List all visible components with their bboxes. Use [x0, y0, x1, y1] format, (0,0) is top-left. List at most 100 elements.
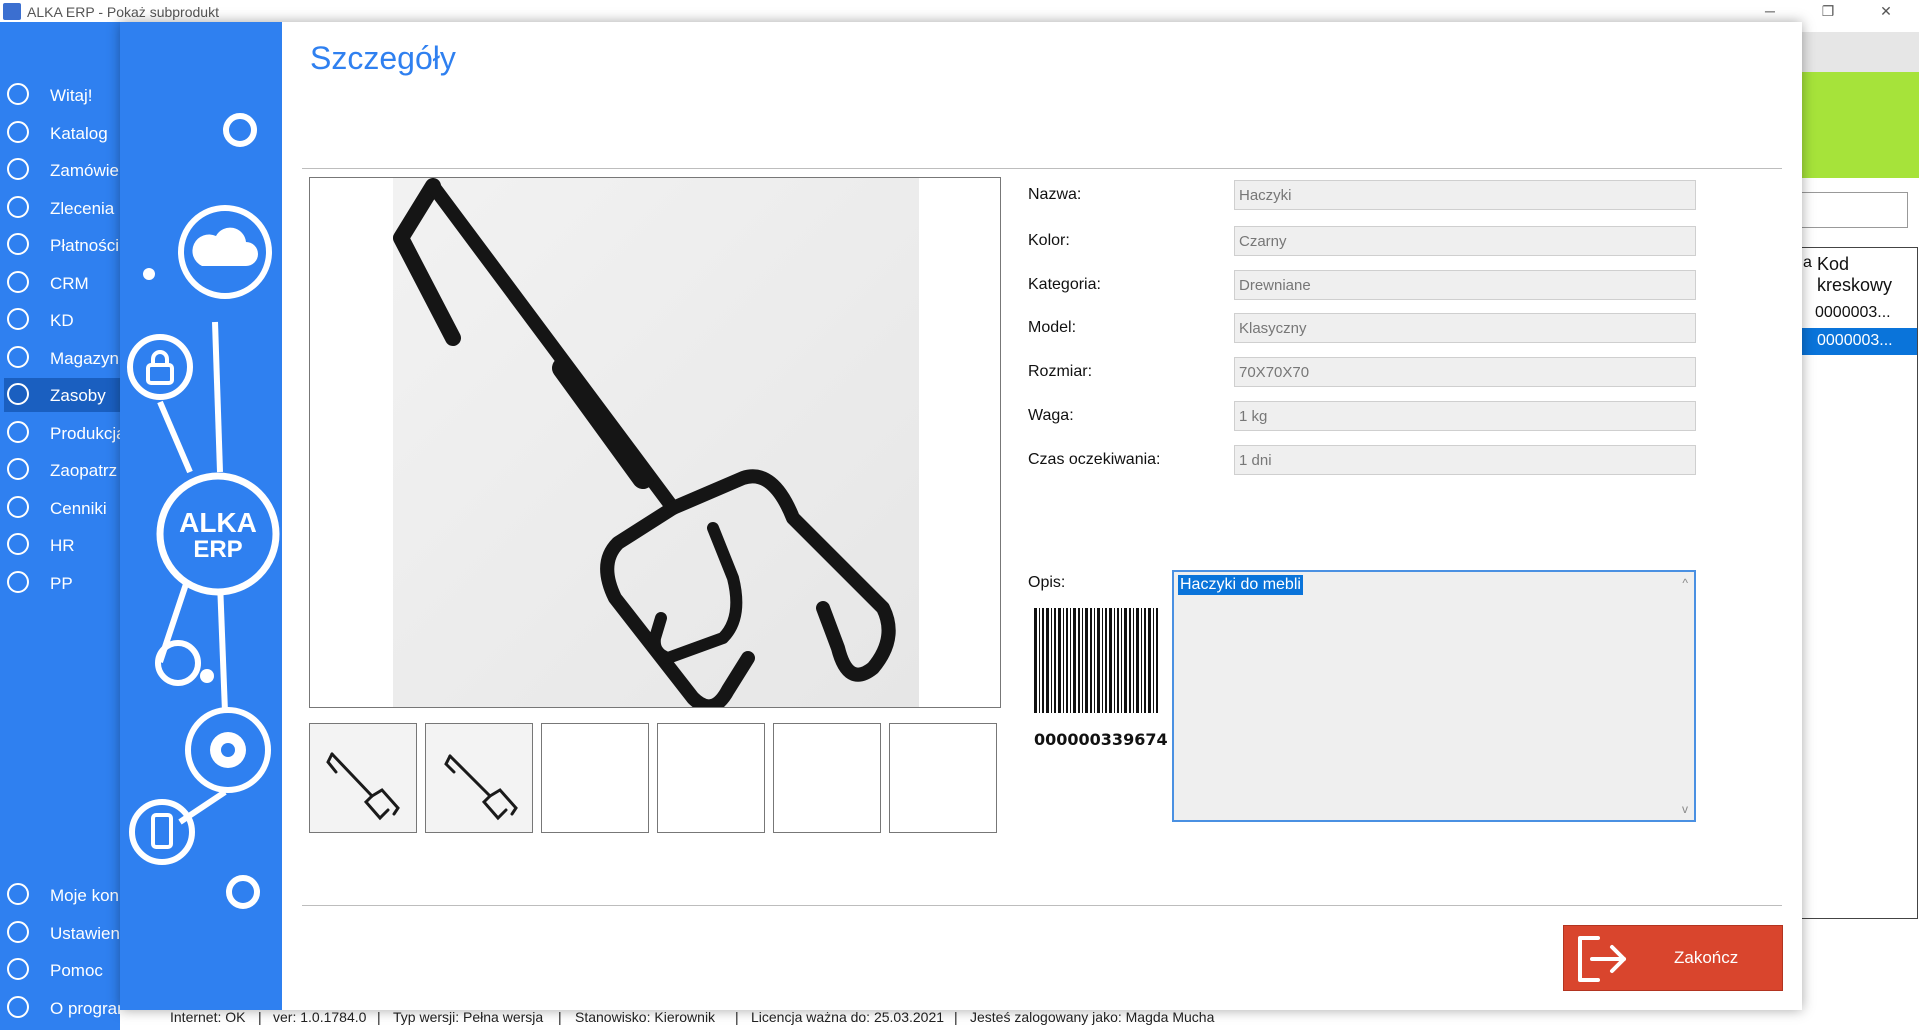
sidebar-item-label: Zasoby [50, 386, 106, 405]
sidebar-item-kd[interactable]: KD [4, 303, 120, 337]
field-kategoria[interactable]: Drewniane [1234, 270, 1696, 300]
logo-text-erp: ERP [193, 536, 242, 563]
sidebar-item-zaopatrzenie[interactable]: Zaopatrz [4, 453, 120, 487]
sidebar-item-produkcja[interactable]: Produkcja [4, 416, 126, 450]
sidebar-item-moje-konto[interactable]: Moje kon [4, 878, 120, 912]
sidebar-item-zlecenia[interactable]: Zlecenia [4, 191, 120, 225]
info-icon [7, 996, 29, 1018]
sidebar-item-label: Witaj! [50, 86, 93, 105]
sidebar-item-zamowienia[interactable]: Zamówie [4, 153, 120, 187]
scroll-down-icon[interactable]: v [1682, 802, 1688, 816]
exit-icon [1578, 936, 1626, 982]
thumbnail-6[interactable] [889, 723, 997, 833]
sidebar-item-label: Zlecenia [50, 199, 115, 218]
finish-button[interactable]: Zakończ [1563, 925, 1783, 991]
thumbnail-5[interactable] [773, 723, 881, 833]
sidebar-item-pp[interactable]: PP [4, 566, 120, 600]
close-button[interactable]: ✕ [1863, 0, 1909, 22]
sidebar-item-zasoby[interactable]: Zasoby [4, 378, 120, 412]
sidebar-item-witaj[interactable]: Witaj! [4, 78, 120, 112]
window-title: ALKA ERP - Pokaż subprodukt [27, 4, 219, 20]
field-rozmiar[interactable]: 70X70X70 [1234, 357, 1696, 387]
list-icon [7, 196, 29, 218]
maximize-button[interactable]: ❐ [1805, 0, 1851, 22]
sidebar-item-label: KD [50, 311, 74, 330]
cart-icon [7, 158, 29, 180]
resources-icon [7, 383, 29, 405]
sidebar-item-magazyn[interactable]: Magazyn [4, 341, 120, 375]
hr-icon [7, 533, 29, 555]
divider [302, 905, 1782, 906]
warehouse-icon [7, 346, 29, 368]
status-separator: | [258, 1009, 262, 1025]
catalog-icon [7, 121, 29, 143]
thumbnail-1[interactable] [309, 723, 417, 833]
sidebar-item-pomoc[interactable]: Pomoc [4, 953, 120, 987]
sidebar-item-label: Pomoc [50, 961, 103, 980]
status-edition: Typ wersji: Pełna wersja [393, 1009, 544, 1025]
scroll-up-icon[interactable]: ^ [1682, 576, 1688, 590]
thumbnail-3[interactable] [541, 723, 649, 833]
field-waga[interactable]: 1 kg [1234, 401, 1696, 431]
grid-header-barcode[interactable]: Kod kreskowy [1817, 254, 1917, 296]
finish-button-label: Zakończ [1674, 948, 1739, 967]
sidebar-item-label: Cenniki [50, 499, 107, 518]
app-icon [3, 3, 21, 20]
status-position: Stanowisko: Kierownik [575, 1009, 716, 1025]
thumbnail-2[interactable] [425, 723, 533, 833]
sidebar-item-label: HR [50, 536, 75, 555]
sidebar-item-katalog[interactable]: Katalog [4, 116, 120, 150]
field-label-czas-oczekiwania: Czas oczekiwania: [1028, 451, 1161, 468]
field-label-model: Model: [1028, 319, 1077, 336]
field-kolor[interactable]: Czarny [1234, 226, 1696, 256]
status-separator: | [735, 1009, 739, 1025]
field-czas-oczekiwania[interactable]: 1 dni [1234, 445, 1696, 475]
dialog-content: Szczegóły Nazwa: Haczyki Kolor: Czarny K… [282, 22, 1802, 1010]
table-cell: 0000003... [1817, 332, 1893, 349]
field-label-rozmiar: Rozmiar: [1028, 363, 1093, 380]
production-icon [7, 421, 29, 443]
thumbnail-4[interactable] [657, 723, 765, 833]
sidebar-item-label: CRM [50, 274, 89, 293]
sidebar-item-label: PP [50, 574, 73, 593]
grid-header-partial: a [1803, 254, 1812, 271]
sidebar-item-platnosci[interactable]: Płatności [4, 228, 120, 262]
sidebar-item-ustawienia[interactable]: Ustawieni [4, 916, 124, 950]
logo-text-alka: ALKA [179, 507, 257, 538]
hook-thumbnail-image [426, 724, 532, 832]
title-bar: ALKA ERP - Pokaż subprodukt ─ ❐ ✕ [0, 0, 1919, 22]
sidebar-item-label: Zaopatrz [50, 461, 118, 480]
status-separator: | [954, 1009, 958, 1025]
background-search-input[interactable] [1800, 192, 1908, 228]
status-separator: | [377, 1009, 381, 1025]
status-separator: | [558, 1009, 562, 1025]
field-model[interactable]: Klasyczny [1234, 313, 1696, 343]
field-label-waga: Waga: [1028, 407, 1074, 424]
field-label-kolor: Kolor: [1028, 232, 1070, 249]
divider [302, 168, 1782, 169]
barcode-image [1034, 608, 1158, 713]
sidebar-item-label: Produkcja [50, 424, 126, 443]
person-icon [7, 308, 29, 330]
product-photo [393, 178, 919, 714]
dollar-icon [7, 233, 29, 255]
sidebar-item-cenniki[interactable]: Cenniki [4, 491, 120, 525]
status-version: ver: 1.0.1784.0 [273, 1009, 367, 1025]
description-label: Opis: [1028, 574, 1066, 591]
tag-icon [7, 496, 29, 518]
table-row[interactable]: 0000003... [1815, 300, 1915, 326]
table-row-selected[interactable]: 0000003... [1801, 328, 1917, 355]
sidebar-item-crm[interactable]: CRM [4, 266, 120, 300]
description-textarea[interactable]: Haczyki do mebli ^ v [1172, 570, 1696, 822]
sidebar-item-o-programie[interactable]: O programie [4, 991, 144, 1025]
sidebar-item-hr[interactable]: HR [4, 528, 120, 562]
background-grid[interactable]: a Kod kreskowy 0000003... 0000003... [1800, 247, 1918, 919]
minimize-button[interactable]: ─ [1747, 0, 1793, 22]
sidebar-item-label: Zamówie [50, 161, 119, 180]
product-main-image[interactable] [309, 177, 1001, 714]
field-label-kategoria: Kategoria: [1028, 276, 1101, 293]
status-license: Licencja ważna do: 25.03.2021 [751, 1009, 945, 1025]
field-nazwa[interactable]: Haczyki [1234, 180, 1696, 210]
sidebar: Witaj! Katalog Zamówie Zlecenia Płatnośc… [0, 22, 144, 1030]
background-toolbar [1800, 32, 1919, 72]
